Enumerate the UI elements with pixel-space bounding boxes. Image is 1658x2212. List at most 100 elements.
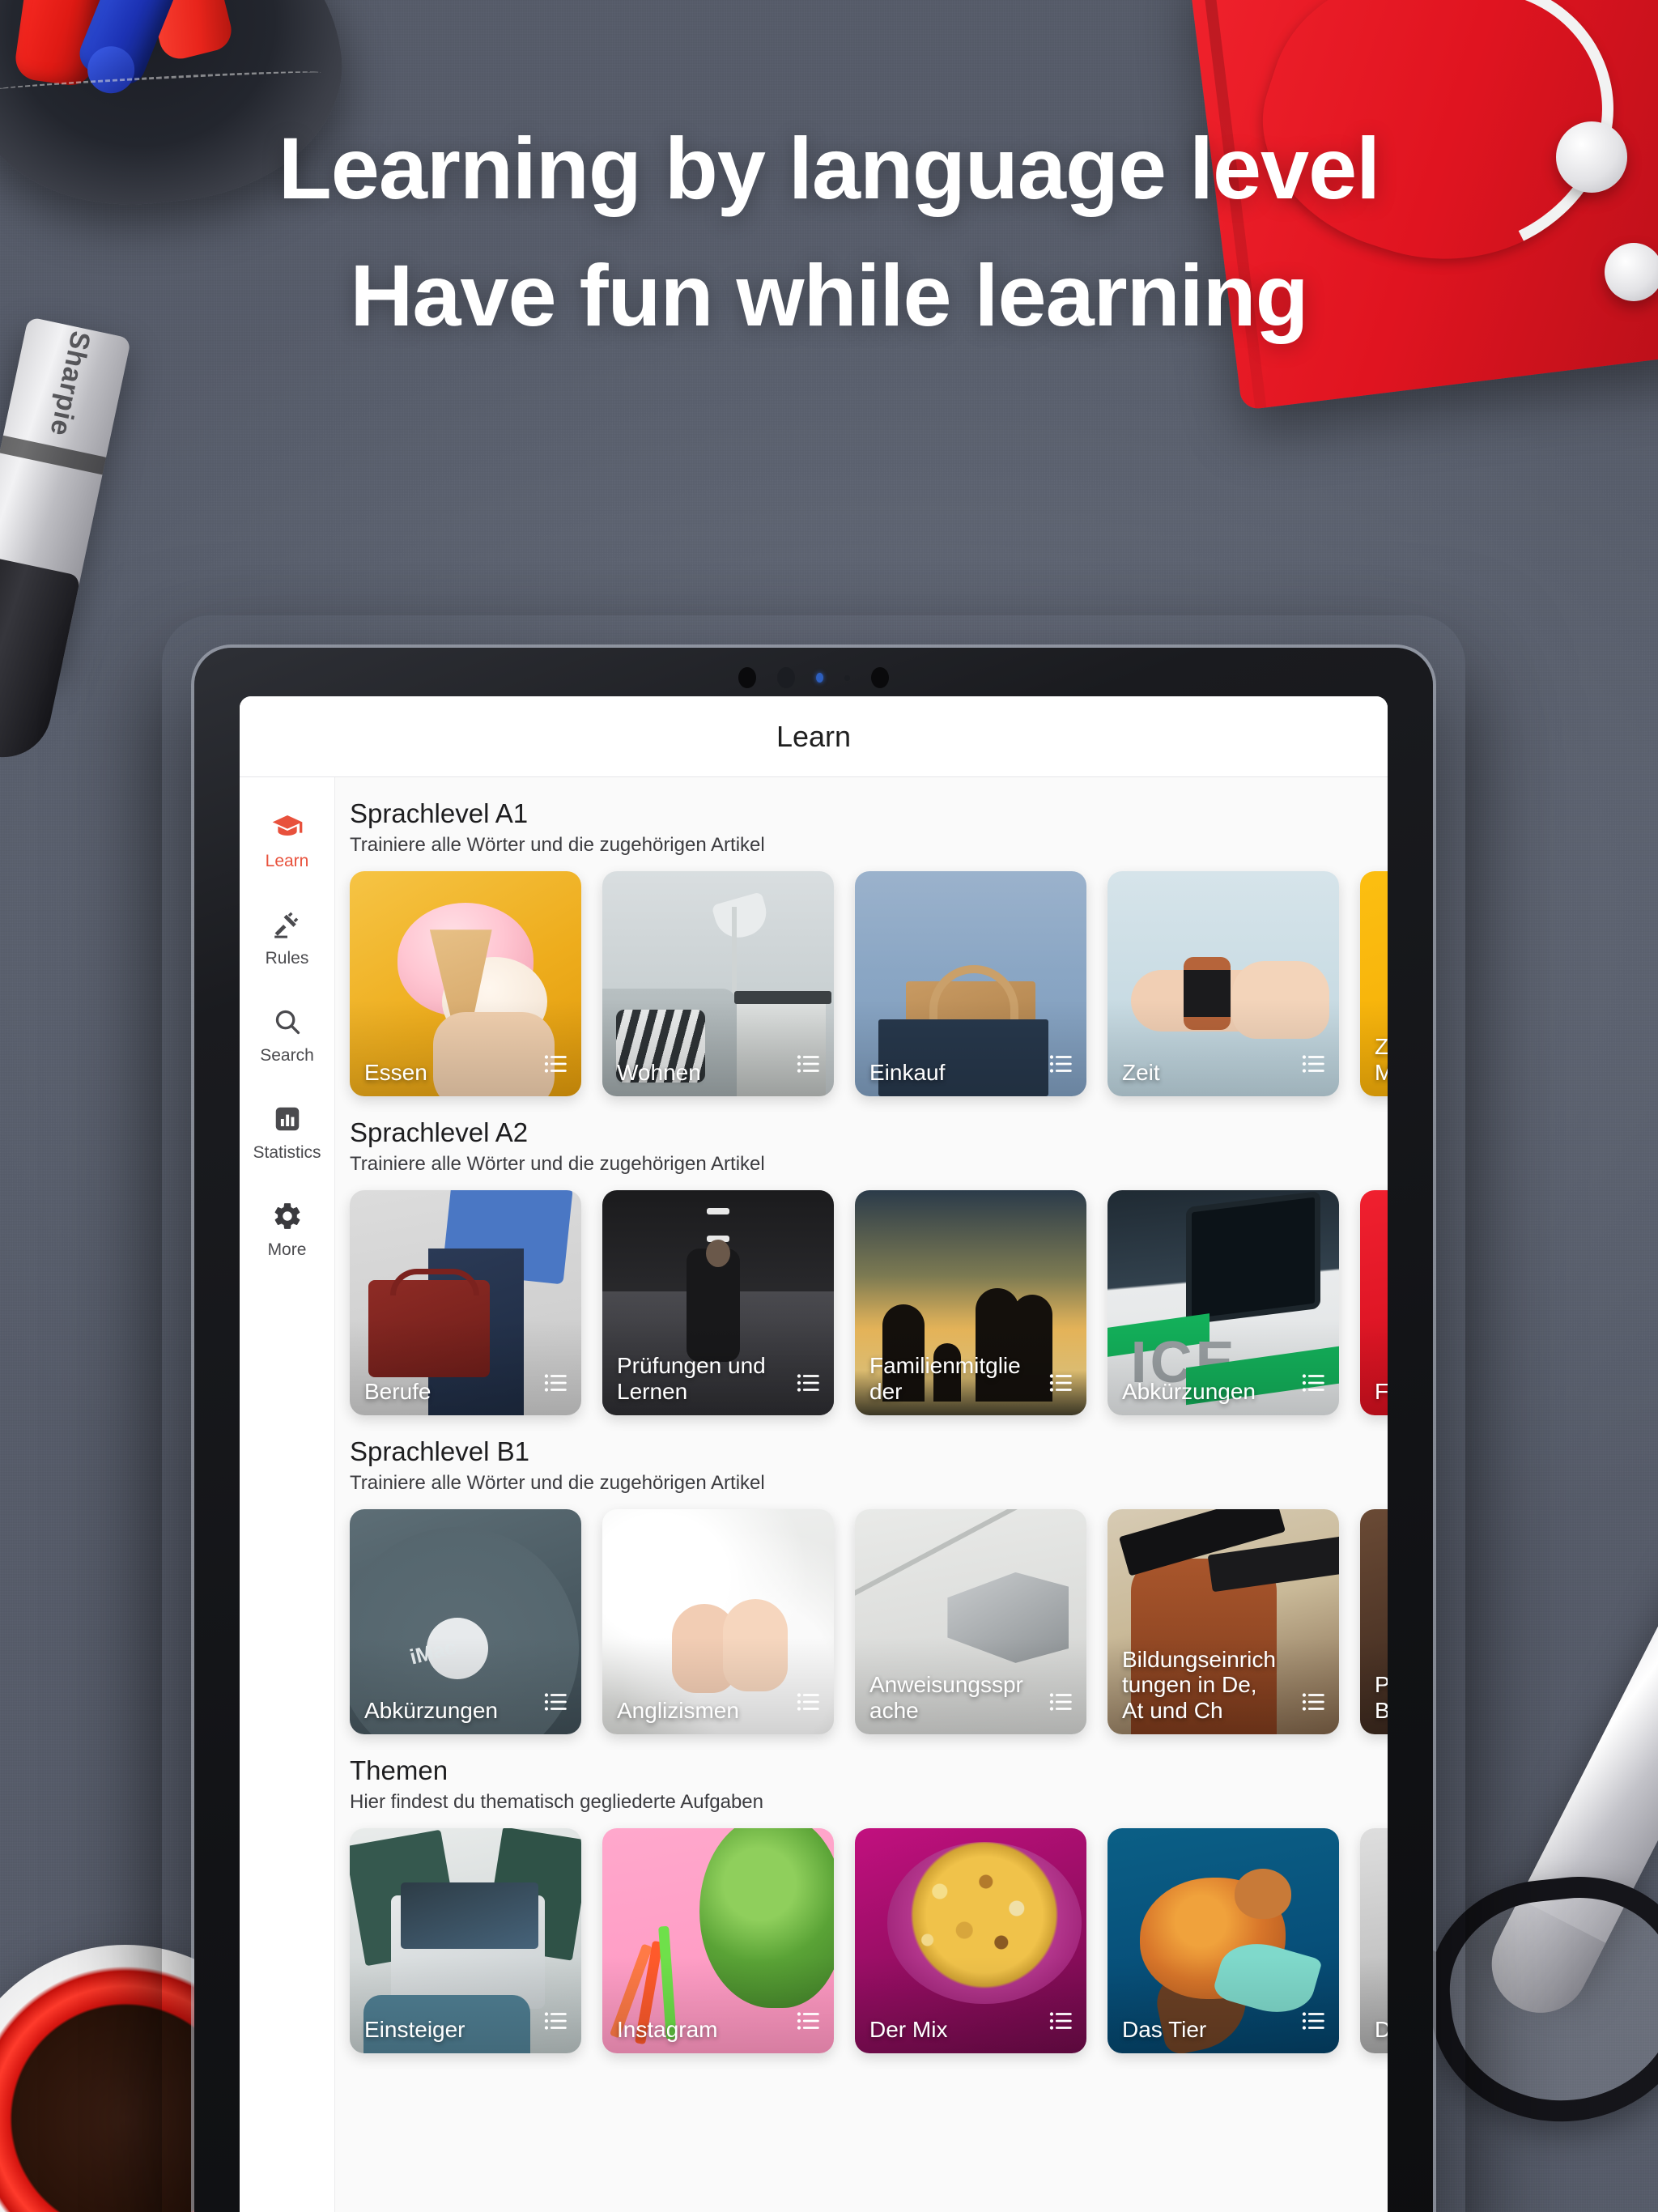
- sidebar-item-rules[interactable]: Rules: [240, 889, 334, 986]
- section-title: Themen: [350, 1755, 449, 1785]
- status-led-icon: [816, 673, 823, 683]
- sidebar-item-label: Rules: [265, 949, 309, 968]
- bar-chart-icon: [270, 1101, 305, 1137]
- lens-right: [1418, 1865, 1658, 2135]
- sidebar-item-learn[interactable]: Learn: [240, 792, 334, 889]
- list-icon[interactable]: [795, 1688, 823, 1720]
- card-title: Prüfungen und Lernen: [617, 1353, 766, 1404]
- card-footer: Berufe: [364, 1369, 570, 1404]
- section-subtitle: Hier findest du thematisch gegliederte A…: [350, 1791, 763, 1813]
- sidebar-item-label: Learn: [265, 852, 309, 870]
- card-title: Der Mix: [869, 2016, 948, 2042]
- magnifier-icon: [270, 1004, 305, 1040]
- topic-card[interactable]: Instagram: [602, 1828, 834, 2053]
- card-footer: Zahlen und Mathe: [1375, 1034, 1388, 1085]
- card-title: Essen: [364, 1059, 427, 1085]
- tablet-device-frame: Learn Learn Rules Search Statistics More…: [194, 648, 1433, 2212]
- list-icon[interactable]: [542, 2007, 570, 2039]
- topic-card[interactable]: ICE Abkürzungen: [1107, 1190, 1339, 1415]
- topic-card[interactable]: Familienmitglieder: [855, 1190, 1086, 1415]
- list-icon[interactable]: [1048, 1688, 1075, 1720]
- marker-brand-text: Sharpie: [44, 328, 96, 440]
- sensor-dot: [738, 667, 756, 688]
- list-icon[interactable]: [1048, 1050, 1075, 1082]
- list-icon[interactable]: [1300, 1688, 1328, 1720]
- learn-content: Sprachlevel A1 Trainiere alle Wörter und…: [335, 777, 1388, 2212]
- sidebar-item-statistics[interactable]: Statistics: [240, 1083, 334, 1180]
- headline-secondary: Have fun while learning: [350, 245, 1308, 344]
- topic-card[interactable]: Der Arzt: [1360, 1828, 1388, 2053]
- section-subtitle: Trainiere alle Wörter und die zugehörige…: [350, 1153, 765, 1175]
- app-top-bar: Learn: [240, 696, 1388, 777]
- topic-card[interactable]: Wohnen: [602, 871, 834, 1096]
- card-footer: Abkürzungen: [1122, 1369, 1328, 1404]
- card-footer: Bildungseinrichtungen in De, At und Ch: [1122, 1647, 1328, 1723]
- card-footer: Zeit: [1122, 1050, 1328, 1085]
- card-row: Berufe Prüfungen und Lernen Familienmitg…: [350, 1190, 1388, 1415]
- list-icon[interactable]: [795, 1050, 823, 1082]
- card-footer: Feiertage: [1375, 1369, 1388, 1404]
- topic-card[interactable]: Das Tier: [1107, 1828, 1339, 2053]
- card-footer: Instagram: [617, 2007, 823, 2042]
- card-title: Einsteiger: [364, 2016, 466, 2042]
- sidebar-item-label: Search: [260, 1046, 314, 1065]
- sensor-dot: [871, 667, 889, 688]
- card-footer: Anweisungssprache: [869, 1672, 1075, 1723]
- topic-card[interactable]: Der Mix: [855, 1828, 1086, 2053]
- card-title: Anweisungssprache: [869, 1672, 1023, 1723]
- card-row: Essen Wohnen Einkauf Zeit Z M: [350, 871, 1388, 1096]
- front-camera-icon: [777, 667, 795, 688]
- topic-card[interactable]: Zahlen und Mathe: [1360, 871, 1388, 1096]
- card-title: Abkürzungen: [364, 1697, 499, 1723]
- card-title: Instagram: [617, 2016, 718, 2042]
- gavel-icon: [270, 907, 305, 942]
- graduation-cap-icon: [270, 810, 305, 845]
- topic-card[interactable]: Einkauf: [855, 871, 1086, 1096]
- list-icon[interactable]: [1048, 1369, 1075, 1401]
- topic-card[interactable]: Politische Begriffe: [1360, 1509, 1388, 1734]
- card-row: iMac Abkürzungen: [350, 1509, 1388, 1734]
- card-row: Einsteiger Instagram Der Mix Das Tier D: [350, 1828, 1388, 2053]
- sidebar-item-more[interactable]: More: [240, 1180, 334, 1278]
- topic-card[interactable]: iMac Abkürzungen: [350, 1509, 581, 1734]
- sidebar-item-label: More: [267, 1240, 307, 1259]
- sidebar-item-search[interactable]: Search: [240, 986, 334, 1083]
- list-icon[interactable]: [795, 1369, 823, 1401]
- topic-card[interactable]: Prüfungen und Lernen: [602, 1190, 834, 1415]
- topic-card[interactable]: Berufe: [350, 1190, 581, 1415]
- card-title: Feiertage: [1375, 1378, 1388, 1404]
- card-footer: Einsteiger: [364, 2007, 570, 2042]
- section-sprachlevel-a2: Sprachlevel A2 Trainiere alle Wörter und…: [350, 1096, 1388, 1415]
- card-footer: Prüfungen und Lernen: [617, 1353, 823, 1404]
- card-footer: Politische Begriffe: [1375, 1672, 1388, 1723]
- list-icon[interactable]: [1300, 1050, 1328, 1082]
- section-subtitle: Trainiere alle Wörter und die zugehörige…: [350, 834, 765, 856]
- topic-card[interactable]: Essen: [350, 871, 581, 1096]
- topic-card[interactable]: Anglizismen: [602, 1509, 834, 1734]
- list-icon[interactable]: [542, 1369, 570, 1401]
- card-title: Bildungseinrichtungen in De, At und Ch: [1122, 1646, 1276, 1723]
- topic-card[interactable]: Anweisungssprache: [855, 1509, 1086, 1734]
- list-icon[interactable]: [1300, 1369, 1328, 1401]
- topic-card[interactable]: Bildungseinrichtungen in De, At und Ch: [1107, 1509, 1339, 1734]
- list-icon[interactable]: [542, 1050, 570, 1082]
- sidebar-navigation: Learn Rules Search Statistics More: [240, 777, 335, 2212]
- card-footer: Abkürzungen: [364, 1688, 570, 1723]
- list-icon[interactable]: [795, 2007, 823, 2039]
- list-icon[interactable]: [1048, 2007, 1075, 2039]
- card-title: Anglizismen: [617, 1697, 739, 1723]
- gear-icon: [270, 1198, 305, 1234]
- topic-card[interactable]: Einsteiger: [350, 1828, 581, 2053]
- card-footer: Der Mix: [869, 2007, 1075, 2042]
- tablet-screen: Learn Learn Rules Search Statistics More…: [240, 696, 1388, 2212]
- list-icon[interactable]: [1300, 2007, 1328, 2039]
- card-footer: Anglizismen: [617, 1688, 823, 1723]
- card-footer: Familienmitglieder: [869, 1353, 1075, 1404]
- card-title: Wohnen: [617, 1059, 701, 1085]
- section-title: Sprachlevel A1: [350, 798, 529, 828]
- topic-card[interactable]: Feiertage: [1360, 1190, 1388, 1415]
- card-title: Das Tier: [1122, 2016, 1207, 2042]
- section-themen: Themen Hier findest du thematisch geglie…: [350, 1734, 1388, 2053]
- list-icon[interactable]: [542, 1688, 570, 1720]
- topic-card[interactable]: Zeit: [1107, 871, 1339, 1096]
